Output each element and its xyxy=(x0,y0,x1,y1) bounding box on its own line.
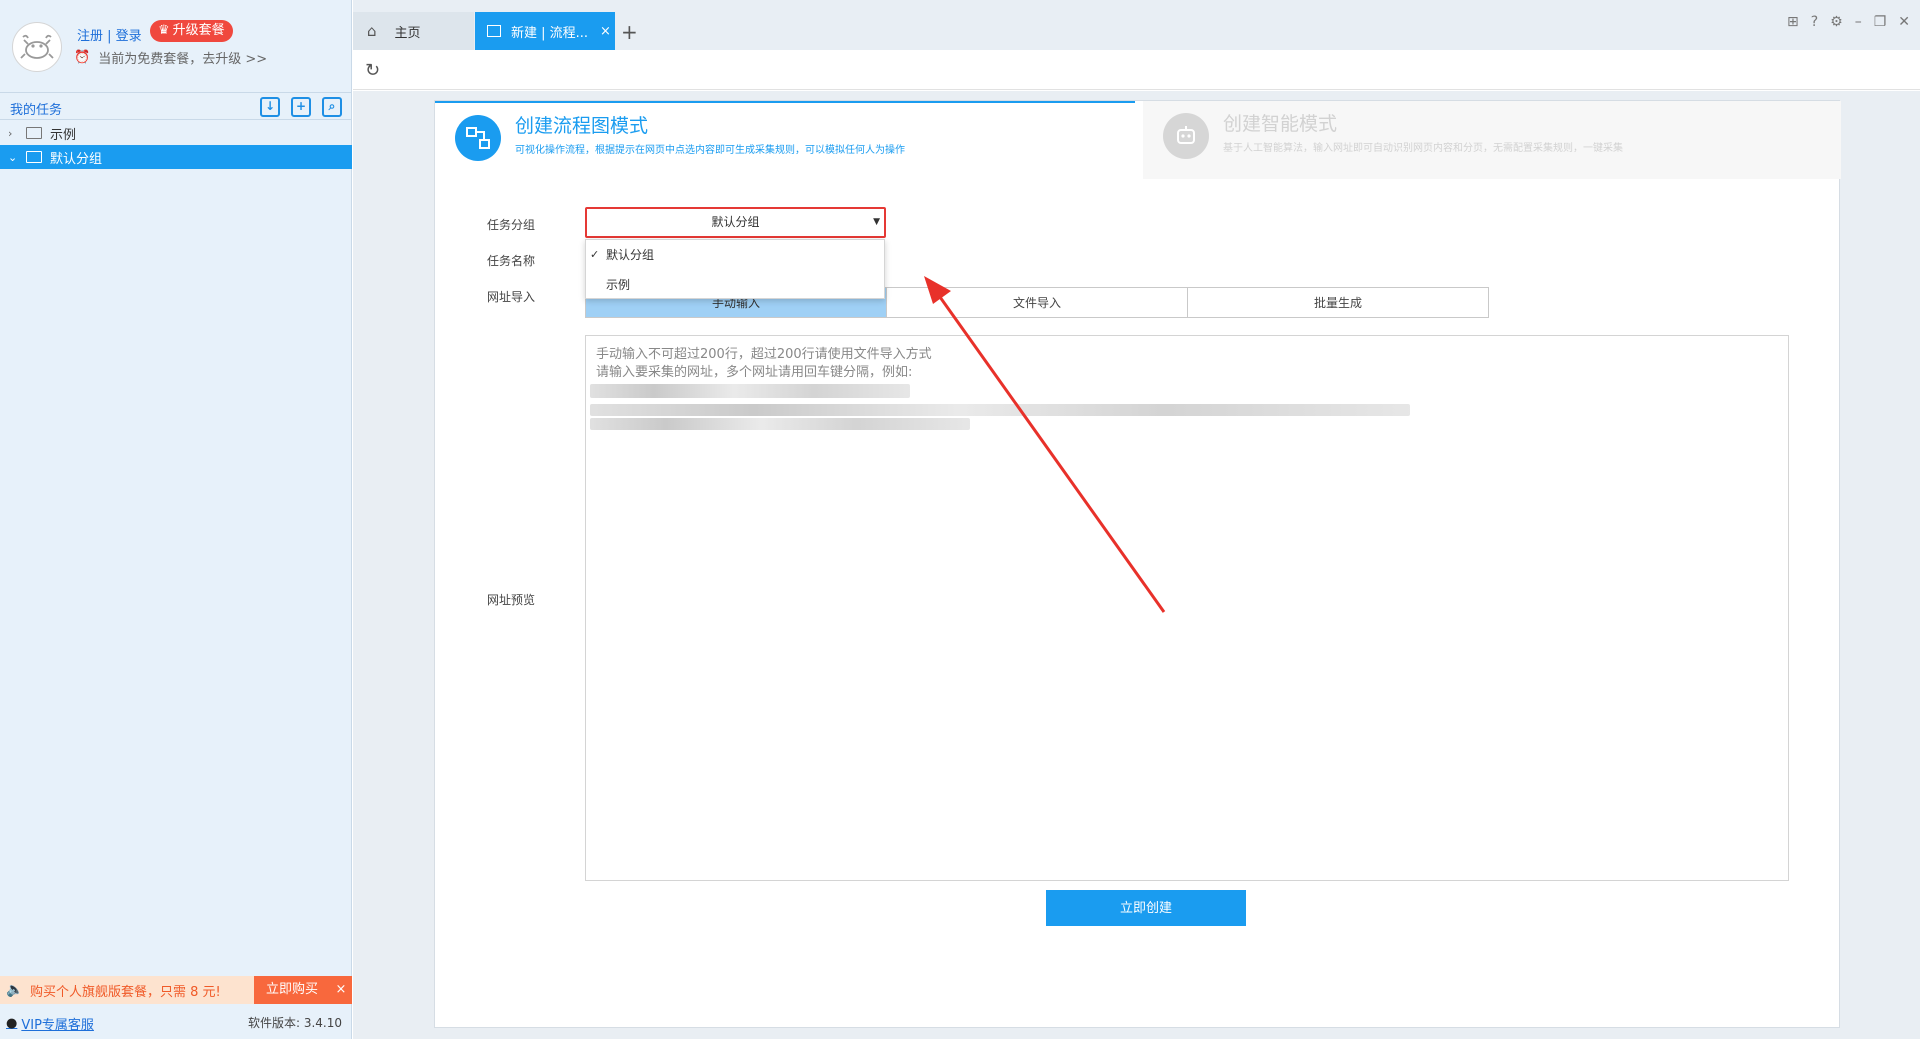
version-text: 软件版本: 3.4.10 xyxy=(247,1016,342,1030)
address-bar: ↻ xyxy=(353,50,1920,90)
user-box: 注册 | 登录 ♛ 升级套餐 ⏰ 当前为免费套餐，去升级 >> xyxy=(0,0,352,90)
option-label: 默认分组 xyxy=(606,248,655,262)
speaker-icon: 🔈 xyxy=(6,982,24,998)
minimize-icon[interactable]: – xyxy=(1855,14,1862,30)
smart-mode-card[interactable]: 创建智能模式 基于人工智能算法，输入网址即可自动识别网页内容和分页，无需配置采集… xyxy=(1143,101,1841,179)
sidebar-footer: ● VIP专属客服 软件版本: 3.4.10 xyxy=(0,1010,352,1034)
flowchart-icon xyxy=(455,115,501,161)
flow-mode-desc: 可视化操作流程，根据提示在网页中点选内容即可生成采集规则，可以模拟任何人为操作 xyxy=(515,145,905,156)
smart-mode-desc: 基于人工智能算法，输入网址即可自动识别网页内容和分页，无需配置采集规则，一键采集 xyxy=(1223,143,1623,154)
add-task-icon[interactable]: + xyxy=(291,97,311,117)
tab-home-label: 主页 xyxy=(394,25,421,41)
gift-icon[interactable]: ⊞ xyxy=(1787,14,1799,30)
tree-item-label: 示例 xyxy=(50,127,77,143)
url-preview-label: 网址预览 xyxy=(487,593,536,607)
tab-new-flow[interactable]: 新建 | 流程... × xyxy=(475,12,615,50)
promo-banner: 🔈 购买个人旗舰版套餐，只需 8 元! 立即购买 × xyxy=(0,976,352,1004)
create-now-button[interactable]: 立即创建 xyxy=(1046,890,1246,926)
settings-gear-icon[interactable]: ⚙ xyxy=(1830,14,1843,30)
avatar[interactable] xyxy=(12,22,62,72)
blurred-example-url xyxy=(590,384,910,398)
vip-support-label: VIP专属客服 xyxy=(21,1018,94,1033)
restore-icon[interactable]: ❐ xyxy=(1874,14,1887,30)
refresh-icon[interactable]: ↻ xyxy=(365,60,380,81)
alarm-clock-icon: ⏰ xyxy=(74,50,91,65)
url-placeholder-line1: 手动输入不可超过200行，超过200行请使用文件导入方式 xyxy=(596,347,932,362)
crab-logo-icon xyxy=(20,34,54,59)
tab-bar: ⌂ 主页 新建 | 流程... × + ⊞ ? ⚙ – ❐ ✕ xyxy=(353,0,1920,50)
home-icon: ⌂ xyxy=(367,22,377,40)
tab-home[interactable]: ⌂ 主页 xyxy=(353,12,474,50)
plan-row[interactable]: ⏰ 当前为免费套餐，去升级 >> xyxy=(74,48,267,67)
caret-down-icon: ▼ xyxy=(873,217,880,227)
upgrade-button[interactable]: ♛ 升级套餐 xyxy=(150,20,233,42)
checkmark-icon: ✓ xyxy=(590,248,600,261)
penguin-icon: ● xyxy=(6,1016,18,1031)
task-name-label: 任务名称 xyxy=(487,254,536,268)
plan-text: 当前为免费套餐，去升级 >> xyxy=(98,52,268,67)
sidebar: 注册 | 登录 ♛ 升级套餐 ⏰ 当前为免费套餐，去升级 >> 我的任务 ↓ +… xyxy=(0,0,352,1039)
tree-item-label: 默认分组 xyxy=(50,151,103,167)
task-group-label: 任务分组 xyxy=(487,218,536,232)
close-window-icon[interactable]: ✕ xyxy=(1898,14,1910,30)
smart-mode-title: 创建智能模式 xyxy=(1223,113,1338,135)
tab-file-import[interactable]: 文件导入 xyxy=(887,288,1188,317)
option-label: 示例 xyxy=(606,278,631,292)
add-tab-button[interactable]: + xyxy=(621,20,638,44)
dropdown-option-example[interactable]: 示例 xyxy=(586,270,884,300)
url-input-textarea[interactable]: 手动输入不可超过200行，超过200行请使用文件导入方式 请输入要采集的网址，多… xyxy=(585,335,1789,881)
window-icon xyxy=(487,25,501,37)
url-placeholder-line2: 请输入要采集的网址，多个网址请用回车键分隔，例如: xyxy=(596,365,913,380)
tree-item-default-group[interactable]: ⌄ 默认分组 xyxy=(0,145,352,169)
folder-icon xyxy=(26,151,42,163)
folder-icon xyxy=(26,127,42,139)
promo-text: 购买个人旗舰版套餐，只需 8 元! xyxy=(30,984,221,1000)
tab-batch-generate[interactable]: 批量生成 xyxy=(1188,288,1488,317)
crown-icon: ♛ xyxy=(158,23,170,38)
main-content: 创建流程图模式 可视化操作流程，根据提示在网页中点选内容即可生成采集规则，可以模… xyxy=(353,91,1920,1039)
import-task-icon[interactable]: ↓ xyxy=(260,97,280,117)
create-task-panel: 创建流程图模式 可视化操作流程，根据提示在网页中点选内容即可生成采集规则，可以模… xyxy=(434,100,1841,1028)
flow-mode-card[interactable]: 创建流程图模式 可视化操作流程，根据提示在网页中点选内容即可生成采集规则，可以模… xyxy=(435,101,1135,179)
task-group-value: 默认分组 xyxy=(711,215,760,229)
vip-support-link[interactable]: ● VIP专属客服 xyxy=(6,1014,94,1033)
task-group-select[interactable]: 默认分组 ▼ xyxy=(585,207,886,238)
task-group-dropdown: ✓ 默认分组 示例 xyxy=(585,239,885,299)
buy-now-button[interactable]: 立即购买 xyxy=(254,976,330,1004)
help-icon[interactable]: ? xyxy=(1811,14,1818,30)
close-promo-icon[interactable]: × xyxy=(330,976,352,1004)
robot-icon xyxy=(1163,113,1209,159)
dropdown-option-default-group[interactable]: ✓ 默认分组 xyxy=(586,240,884,270)
chevron-right-icon: › xyxy=(8,126,13,140)
tasks-header: 我的任务 ↓ + ⌕ xyxy=(0,92,352,120)
blurred-example-url xyxy=(590,418,970,430)
tab-new-label: 新建 | 流程... xyxy=(511,25,589,41)
flow-mode-title: 创建流程图模式 xyxy=(515,115,649,137)
url-import-label: 网址导入 xyxy=(487,290,536,304)
upgrade-label: 升级套餐 xyxy=(172,23,225,38)
chevron-down-icon: ⌄ xyxy=(8,150,18,164)
search-task-icon[interactable]: ⌕ xyxy=(322,97,342,117)
blurred-example-url xyxy=(590,404,1410,416)
tree-item-example[interactable]: › 示例 xyxy=(0,121,352,145)
tasks-title: 我的任务 xyxy=(10,103,63,118)
window-controls: ⊞ ? ⚙ – ❐ ✕ xyxy=(1787,14,1910,30)
login-link[interactable]: 注册 | 登录 xyxy=(77,25,142,44)
close-tab-icon[interactable]: × xyxy=(600,24,611,39)
